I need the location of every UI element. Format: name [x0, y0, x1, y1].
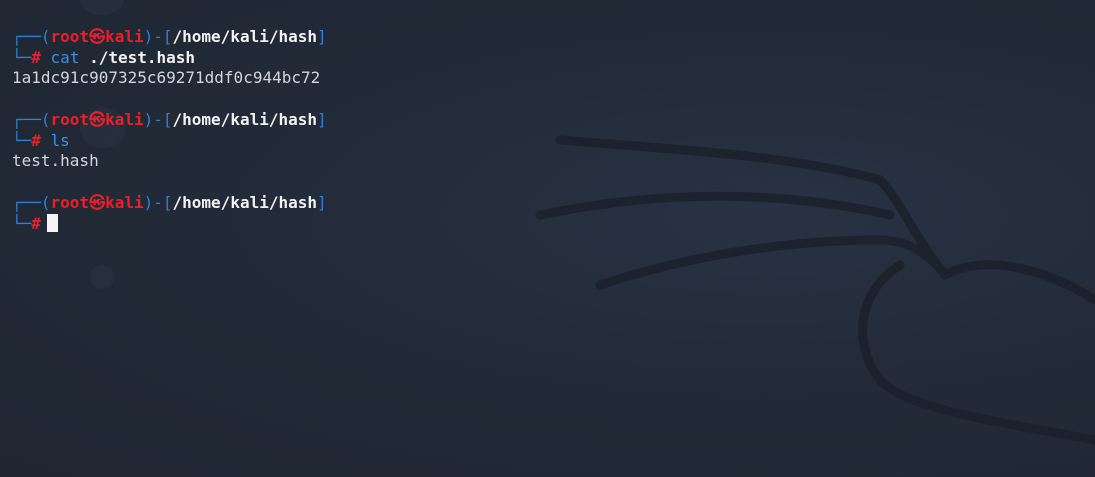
- command-line: └─# cat ./test.hash: [12, 47, 196, 67]
- desktop-icon-ghost: [80, 0, 124, 15]
- command-line: └─# ls: [12, 130, 70, 150]
- command-output: 1a1dc91c907325c69271ddf0c944bc72: [12, 68, 321, 88]
- prompt-user: root: [50, 110, 90, 130]
- prompt-symbol: #: [31, 47, 41, 67]
- prompt-user: root: [50, 27, 90, 46]
- command-input-line[interactable]: └─#: [12, 213, 327, 235]
- prompt-line: ┌──(root㉿kali)-[/home/kali/hash]: [12, 27, 327, 46]
- prompt-host: kali: [105, 110, 144, 130]
- skull-separator-icon: ㉿: [89, 27, 106, 46]
- prompt-cwd: /home/kali/hash: [172, 27, 318, 46]
- command-output: test.hash: [12, 151, 99, 171]
- command-argument: ./test.hash: [89, 47, 196, 67]
- prompt-cwd: /home/kali/hash: [172, 193, 318, 213]
- command-name: ls: [50, 130, 70, 150]
- terminal-window[interactable]: ┌──(root㉿kali)-[/home/kali/hash] └─# cat…: [0, 0, 1095, 477]
- skull-separator-icon: ㉿: [89, 193, 106, 213]
- terminal-output: ┌──(root㉿kali)-[/home/kali/hash] └─# cat…: [12, 27, 327, 235]
- command-name: cat: [50, 47, 80, 67]
- desktop-icon-ghost: [90, 265, 114, 289]
- prompt-user: root: [50, 193, 90, 213]
- prompt-line: ┌──(root㉿kali)-[/home/kali/hash]: [12, 193, 327, 213]
- prompt-cwd: /home/kali/hash: [172, 110, 318, 130]
- prompt-host: kali: [105, 193, 144, 213]
- prompt-symbol: #: [31, 130, 41, 150]
- prompt-symbol: #: [31, 213, 41, 233]
- skull-separator-icon: ㉿: [89, 110, 106, 130]
- prompt-line: ┌──(root㉿kali)-[/home/kali/hash]: [12, 110, 327, 130]
- prompt-host: kali: [105, 27, 144, 46]
- cursor-block[interactable]: [46, 213, 58, 232]
